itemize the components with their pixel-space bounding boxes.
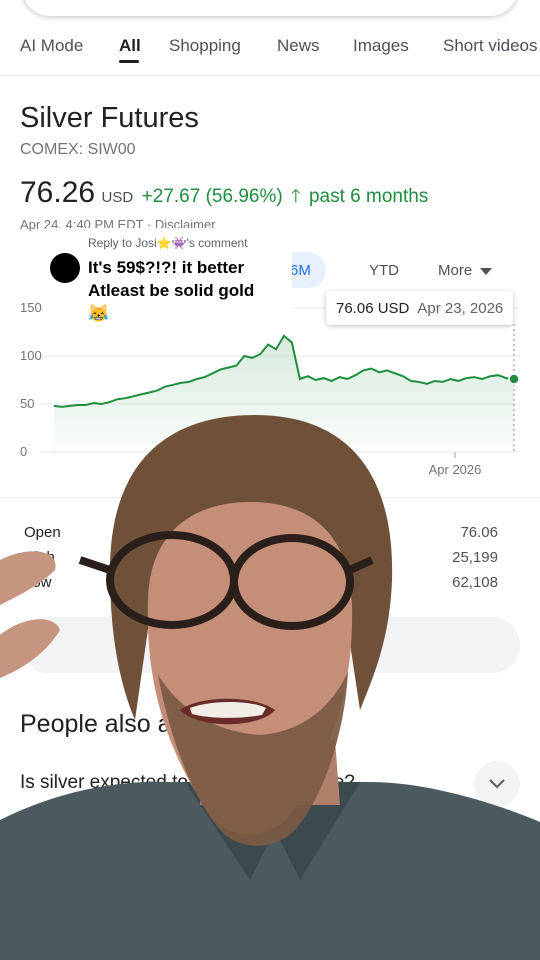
change-period: past 6 months bbox=[308, 186, 429, 207]
tooltip-value: 76.06 USD bbox=[336, 299, 410, 317]
range-more-button[interactable]: More bbox=[438, 262, 493, 279]
tab-all[interactable]: All bbox=[119, 36, 141, 56]
chart-area-fill bbox=[54, 335, 514, 452]
chevron-down-icon bbox=[489, 779, 505, 789]
creator-shirt bbox=[0, 781, 540, 960]
stat-high-label: High bbox=[24, 549, 55, 566]
reply-text-body: It's 59$?!?! it better Atleast be solid … bbox=[88, 258, 255, 300]
chevron-right-icon: › bbox=[371, 632, 378, 654]
reply-comment-text: It's 59$?!?! it better Atleast be solid … bbox=[88, 256, 288, 325]
chart-y-tick-label: 100 bbox=[20, 348, 42, 363]
instrument-title: Silver Futures bbox=[20, 102, 199, 134]
crying-cat-emoji-icon: 😹 bbox=[88, 304, 110, 323]
price-row: 76.26 USD +27.67 (56.96%) 🡑 past 6 month… bbox=[20, 176, 428, 214]
chart-y-axis: 150 100 50 0 bbox=[20, 300, 42, 459]
active-tab-indicator bbox=[119, 60, 139, 63]
stat-high-value: 25,199 bbox=[452, 549, 498, 566]
chart-y-tick-label: 0 bbox=[20, 444, 27, 459]
paa-expand-button[interactable] bbox=[474, 761, 520, 807]
tooltip-date: Apr 23, 2026 bbox=[417, 299, 504, 317]
creator-beard bbox=[158, 672, 348, 846]
creator-collar bbox=[185, 782, 360, 880]
creator-video-overlay bbox=[0, 415, 540, 960]
more-about-button[interactable] bbox=[20, 617, 520, 673]
tab-news[interactable]: News bbox=[277, 36, 320, 56]
paa-question[interactable]: Is silver expected to hit $100 an ounce? bbox=[20, 772, 355, 794]
price-currency: USD bbox=[101, 189, 134, 206]
chart-y-tick-label: 150 bbox=[20, 300, 42, 315]
stat-open-value: 76.06 bbox=[460, 524, 498, 541]
tab-shopping[interactable]: Shopping bbox=[169, 36, 241, 56]
search-bar[interactable] bbox=[22, 0, 518, 16]
chart-cursor-dot bbox=[508, 373, 520, 385]
stat-low-value: 62,108 bbox=[452, 574, 498, 591]
tab-ai-mode[interactable]: AI Mode bbox=[20, 36, 83, 56]
chart-tooltip: 76.06 USD Apr 23, 2026 bbox=[326, 291, 514, 325]
range-more-label: More bbox=[438, 262, 473, 279]
chart-y-tick-label: 50 bbox=[20, 396, 34, 411]
stat-low-label: Low bbox=[24, 574, 52, 591]
caret-down-icon bbox=[480, 267, 493, 275]
range-6m-button[interactable]: 6M bbox=[290, 262, 311, 279]
stat-open-label: Open bbox=[24, 524, 61, 541]
divider bbox=[0, 497, 540, 498]
arrow-up-icon: 🡑 bbox=[291, 186, 301, 206]
range-ytd-button[interactable]: YTD bbox=[369, 262, 399, 279]
chart-x-tick-label: Apr 2026 bbox=[429, 462, 482, 477]
tab-images[interactable]: Images bbox=[353, 36, 409, 56]
creator-teeth bbox=[190, 702, 266, 718]
people-also-ask-heading: People also ask bbox=[20, 710, 197, 738]
tab-short-videos[interactable]: Short videos bbox=[443, 36, 538, 56]
commenter-avatar bbox=[50, 253, 80, 283]
reply-header: Reply to Josi⭐👾's comment bbox=[88, 236, 248, 250]
price-change: +27.67 (56.96%) bbox=[141, 186, 283, 207]
creator-glasses bbox=[78, 531, 374, 630]
search-tabs: AI Mode All Shopping News Images Short v… bbox=[0, 26, 540, 76]
instrument-exchange: COMEX: SIW00 bbox=[20, 141, 136, 158]
current-price: 76.26 bbox=[20, 176, 96, 209]
